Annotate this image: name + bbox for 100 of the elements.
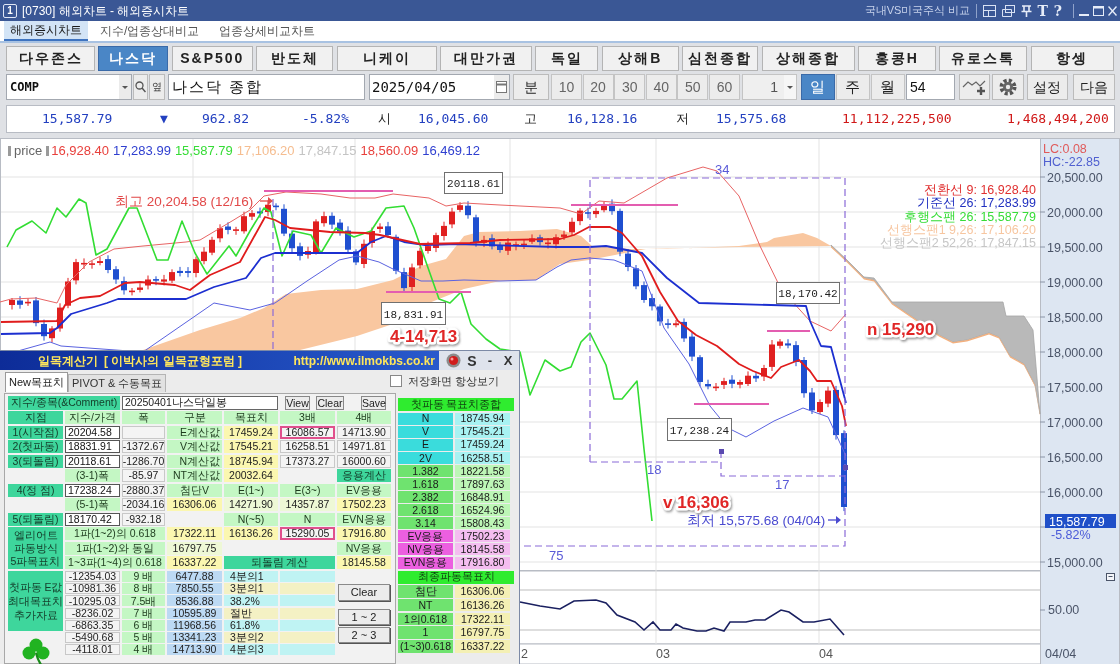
range-2-3-button[interactable]: 2 ~ 3: [338, 627, 390, 643]
name-field[interactable]: 나스닥 종합: [168, 74, 365, 100]
summary-label: 3.14: [398, 517, 453, 530]
always-show-checkbox[interactable]: [389, 374, 402, 387]
falling-candle: [833, 385, 839, 441]
summary-label: 첨단: [398, 585, 453, 598]
falling-candle: [657, 303, 663, 327]
comment-field[interactable]: 20250401나스닥일봉: [122, 396, 278, 410]
period-tab[interactable]: 주: [835, 74, 870, 100]
low-label: 저: [676, 111, 689, 127]
summary-value: 17897.63: [455, 477, 510, 490]
value-cell: -2880.37: [122, 483, 165, 497]
market-button[interactable]: 항셍: [1030, 46, 1114, 71]
calculator-tab[interactable]: New목표치: [5, 372, 68, 392]
low-price: 15,575.68: [716, 111, 787, 127]
target-label: 4-14,713: [390, 327, 458, 346]
clear-button[interactable]: Clear: [338, 584, 390, 601]
point-value-field[interactable]: 20204.58: [65, 425, 120, 439]
multiplier-combo[interactable]: 1: [741, 74, 797, 100]
rising-candle: [369, 227, 375, 249]
market-button[interactable]: 홍콩H: [857, 46, 936, 71]
field-label: NV응용: [337, 541, 391, 555]
value-cell: -10981.36: [65, 583, 120, 595]
field-label: N(~5): [224, 512, 278, 526]
font-tool-button[interactable]: T: [1037, 3, 1048, 18]
rising-candle: [65, 277, 71, 309]
summary-value: 16136.26: [455, 598, 510, 612]
market-button[interactable]: S&P500: [171, 46, 253, 71]
market-button[interactable]: 나스닥: [98, 46, 169, 71]
market-button[interactable]: 니케이: [336, 46, 437, 71]
calendar-icon[interactable]: [494, 75, 509, 99]
close-icon[interactable]: [1108, 5, 1117, 16]
open-label: 시: [378, 111, 391, 127]
close-button[interactable]: X: [501, 354, 515, 367]
period-tab[interactable]: 일: [800, 74, 835, 100]
point-value-field[interactable]: 18170.42: [65, 512, 120, 526]
field-label: 첨단V: [167, 483, 222, 497]
menu-tab[interactable]: 해외증시차트: [4, 21, 88, 41]
period-tab[interactable]: 월: [870, 74, 905, 100]
minute-button[interactable]: 분: [513, 74, 549, 100]
maximize-icon[interactable]: [1093, 5, 1104, 16]
market-button[interactable]: 심천종합: [682, 46, 759, 71]
panel-toggle-icon[interactable]: [1106, 573, 1115, 581]
point-value-field[interactable]: 17238.24: [65, 483, 120, 497]
menu-tab[interactable]: 업종상세비교차트: [211, 21, 324, 41]
round-toggle-button[interactable]: [446, 353, 461, 368]
range-1-2-button[interactable]: 1 ~ 2: [338, 609, 390, 625]
market-button[interactable]: 반도체: [256, 46, 334, 71]
minimize-button[interactable]: -: [484, 354, 496, 367]
market-button[interactable]: 상해종합: [761, 46, 855, 71]
next-button[interactable]: 다음: [1072, 74, 1115, 100]
result-cell: 17916.80: [337, 527, 391, 540]
clear-button[interactable]: Clear: [316, 396, 344, 410]
symbol-combo[interactable]: COMP: [6, 74, 132, 100]
point-value-field[interactable]: 18831.91: [65, 440, 120, 453]
market-button[interactable]: 다우존스: [6, 46, 95, 71]
dropdown-caret-icon[interactable]: [119, 75, 131, 99]
date-field[interactable]: 2025/04/05: [369, 74, 510, 100]
summary-label: E: [398, 438, 453, 451]
field-label: E계산값: [167, 425, 222, 439]
price-callout: 17,238.24: [667, 418, 732, 441]
falling-candle: [17, 295, 23, 310]
pin-icon[interactable]: [1021, 4, 1033, 17]
interval-button[interactable]: 60: [708, 74, 740, 100]
add-trend-line-button[interactable]: [958, 74, 990, 100]
market-button[interactable]: 독일: [535, 46, 599, 71]
field-label: N: [280, 512, 335, 526]
website-link[interactable]: http://www.ilmokbs.co.kr: [293, 351, 435, 370]
menu-tab[interactable]: 지수/업종상대비교: [92, 21, 208, 41]
save-button[interactable]: Save: [361, 396, 386, 410]
rising-candle: [433, 232, 439, 253]
date-axis-label: 04: [819, 647, 833, 661]
point-value-field[interactable]: 20118.61: [65, 454, 120, 468]
interval-button[interactable]: 20: [582, 74, 614, 100]
windows-icon[interactable]: [1002, 4, 1016, 17]
compare-link[interactable]: 국내VS미국주식 비교: [864, 2, 971, 19]
interval-button[interactable]: 40: [645, 74, 677, 100]
price-axis-label: 20,500.00: [1047, 170, 1103, 185]
summary-label: 2.618: [398, 504, 453, 517]
interval-button[interactable]: 50: [677, 74, 709, 100]
interval-button[interactable]: 10: [551, 74, 582, 100]
market-button[interactable]: 유로스톡: [939, 46, 1028, 71]
summary-value: 17502.23: [455, 530, 510, 543]
s-button[interactable]: S: [465, 353, 479, 368]
view-button[interactable]: View: [285, 396, 310, 410]
help-button[interactable]: ?: [1053, 3, 1062, 18]
interval-button[interactable]: 30: [614, 74, 646, 100]
search-button[interactable]: [133, 74, 148, 100]
calculator-tab[interactable]: PIVOT & 수동목표: [68, 374, 167, 392]
legend-title: price: [14, 143, 43, 159]
bar-count-field[interactable]: 54: [905, 74, 955, 100]
value-cell: -1286.70: [122, 454, 165, 468]
layout-icon[interactable]: [983, 4, 997, 17]
value-cell: 16258.51: [280, 440, 335, 453]
link-button[interactable]: 옆: [149, 74, 165, 100]
settings-button[interactable]: 설정: [1026, 74, 1068, 100]
volume-value: 11,112,225,500: [842, 111, 952, 127]
market-button[interactable]: 상해B: [601, 46, 679, 71]
market-button[interactable]: 대만가권: [439, 46, 532, 71]
settings-gear-button[interactable]: [991, 74, 1024, 100]
